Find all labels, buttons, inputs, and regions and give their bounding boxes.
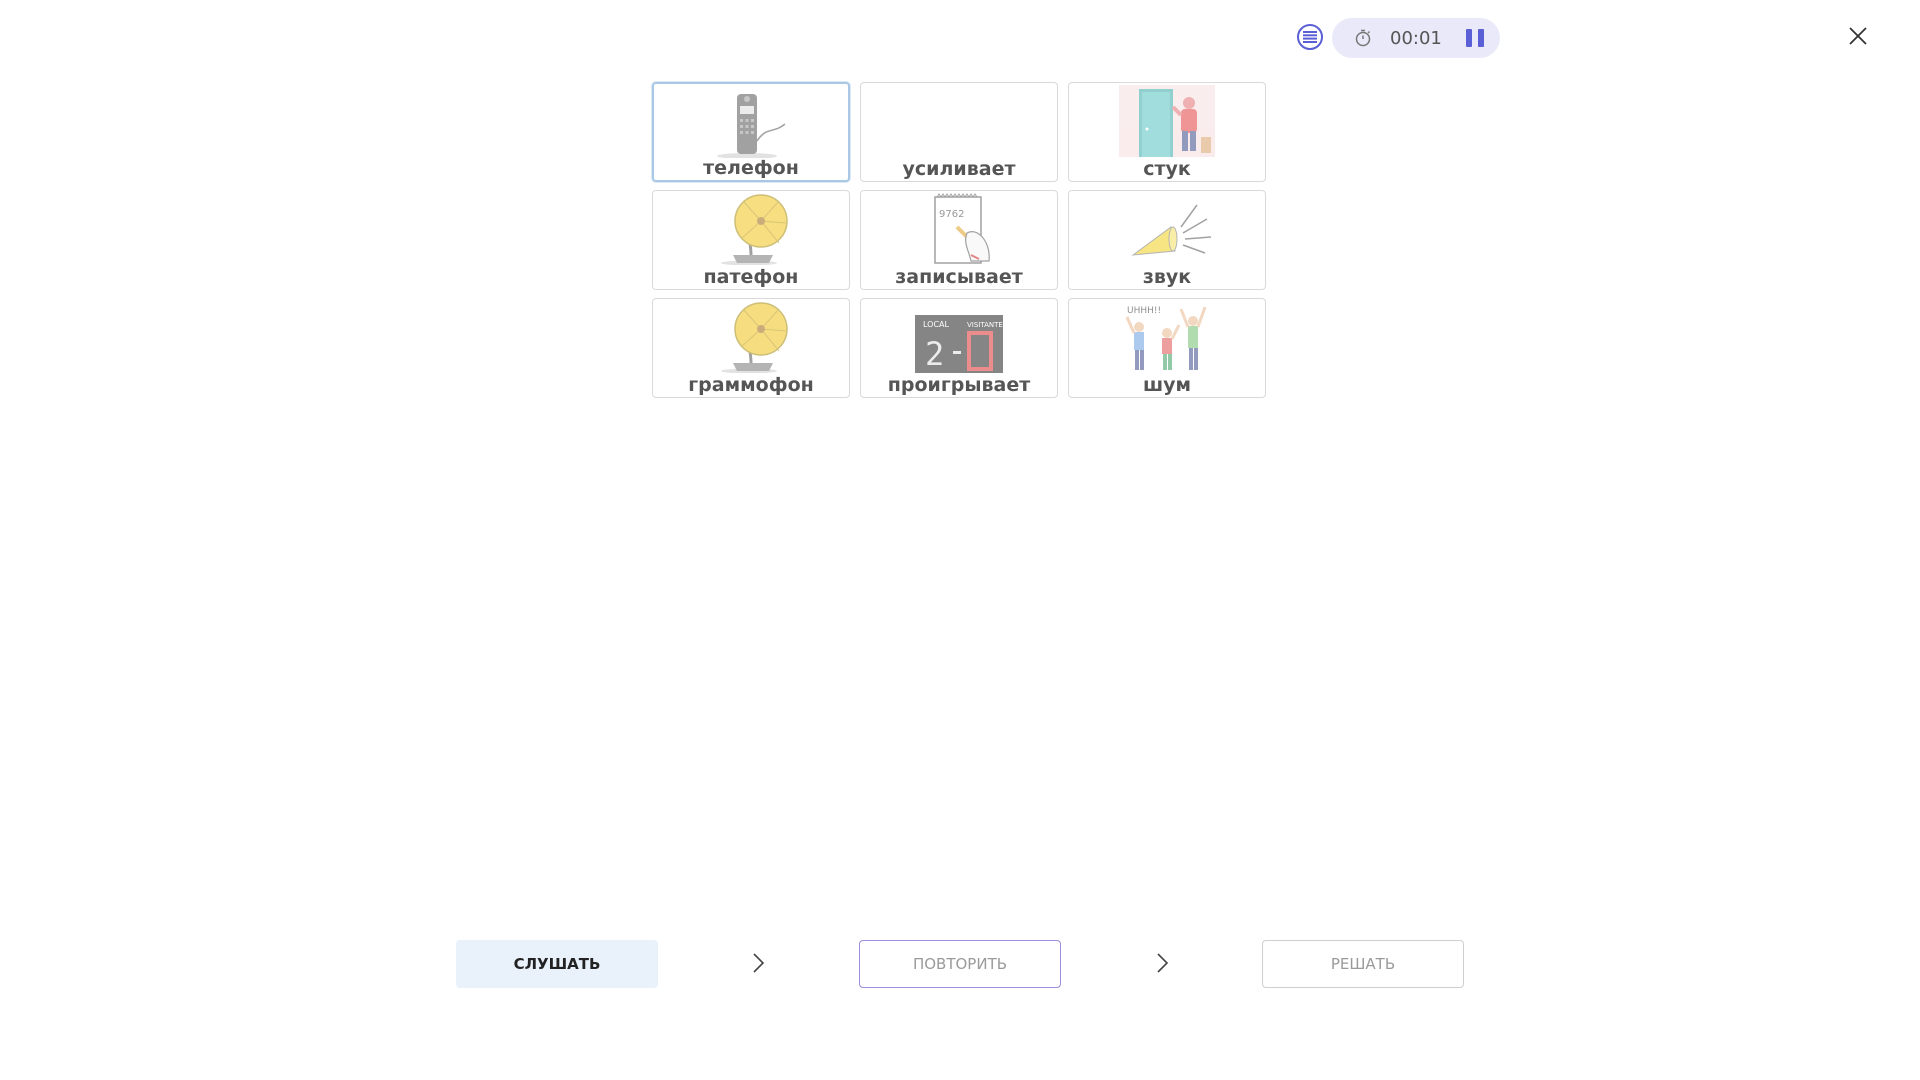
card-label: телефон xyxy=(703,157,799,179)
megaphone-sound-picture xyxy=(1131,204,1212,256)
cheering-people-picture: UHHH!! xyxy=(1125,306,1207,370)
chevron-right-icon xyxy=(753,953,765,973)
svg-text:2: 2 xyxy=(925,335,944,373)
card-label: усиливает xyxy=(902,158,1016,180)
card-loses[interactable]: LOCAL VISITANTE 2 проигрывает xyxy=(860,298,1058,398)
card-writes[interactable]: 9762 записывает xyxy=(860,190,1058,290)
card-grid: телефон усиливает стук патефон 9762 запи… xyxy=(652,82,1268,398)
repeat-button[interactable]: ПОВТОРИТЬ xyxy=(859,940,1061,988)
card-patefon[interactable]: патефон xyxy=(652,190,850,290)
card-label: стук xyxy=(1143,158,1191,180)
card-label: проигрывает xyxy=(887,374,1031,396)
solve-button[interactable]: РЕШАТЬ xyxy=(1262,940,1464,988)
exercise-screen: 00:01 телефон усиливает стук патефон 976… xyxy=(0,0,1920,1080)
card-label: шум xyxy=(1142,374,1192,396)
writing-notepad-picture: 9762 xyxy=(934,193,990,264)
listen-button[interactable]: СЛУШАТЬ xyxy=(456,940,658,988)
svg-text:VISITANTE: VISITANTE xyxy=(967,321,1003,329)
chevron-right-icon xyxy=(1157,953,1169,973)
card-label: звук xyxy=(1142,266,1192,288)
svg-text:9762: 9762 xyxy=(939,209,964,220)
gramophone-picture xyxy=(721,194,788,265)
card-amplifies[interactable]: усиливает xyxy=(860,82,1058,182)
pause-icon[interactable] xyxy=(1466,29,1484,47)
close-icon[interactable] xyxy=(1846,24,1870,48)
svg-text:UHHH!!: UHHH!! xyxy=(1127,306,1161,316)
svg-text:LOCAL: LOCAL xyxy=(923,320,950,329)
list-icon[interactable] xyxy=(1297,24,1323,50)
card-knock[interactable]: стук xyxy=(1068,82,1266,182)
scoreboard-picture: LOCAL VISITANTE 2 xyxy=(915,315,1003,373)
card-label: граммофон xyxy=(688,374,814,396)
card-label: записывает xyxy=(895,266,1023,288)
timer: 00:01 xyxy=(1332,18,1500,58)
stopwatch-icon xyxy=(1355,29,1371,47)
gramophone-picture xyxy=(721,302,788,373)
card-grammofon[interactable]: граммофон xyxy=(652,298,850,398)
card-noise[interactable]: UHHH!! шум xyxy=(1068,298,1266,398)
card-telephone[interactable]: телефон xyxy=(652,82,850,182)
telephone-picture xyxy=(717,94,786,158)
card-sound[interactable]: звук xyxy=(1068,190,1266,290)
card-label: патефон xyxy=(703,266,799,288)
knocking-door-picture xyxy=(1119,85,1215,157)
timer-value: 00:01 xyxy=(1390,27,1442,49)
